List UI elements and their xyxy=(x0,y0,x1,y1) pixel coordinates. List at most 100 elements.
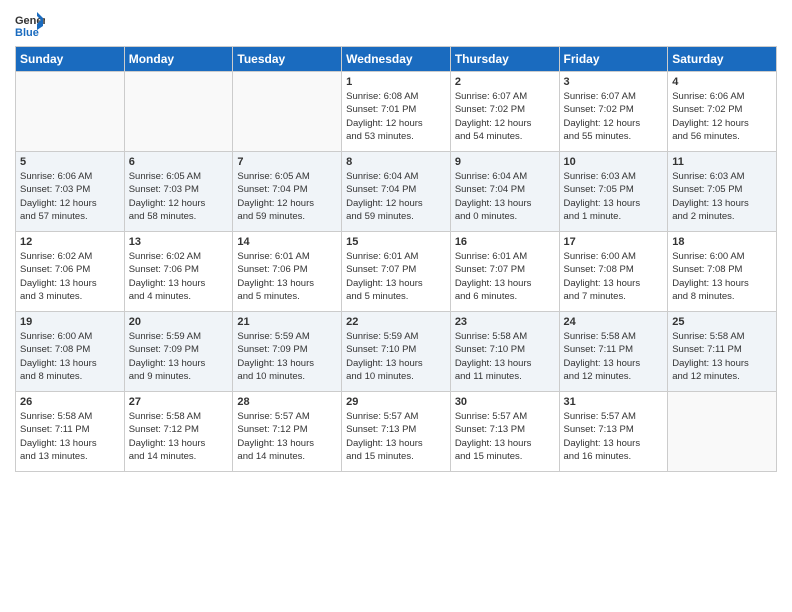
day-info: Sunrise: 6:01 AM Sunset: 7:07 PM Dayligh… xyxy=(346,250,446,303)
days-header-row: SundayMondayTuesdayWednesdayThursdayFrid… xyxy=(16,47,777,72)
day-info: Sunrise: 5:59 AM Sunset: 7:09 PM Dayligh… xyxy=(237,330,337,383)
day-info: Sunrise: 6:07 AM Sunset: 7:02 PM Dayligh… xyxy=(564,90,664,143)
calendar-cell xyxy=(16,72,125,152)
day-info: Sunrise: 6:02 AM Sunset: 7:06 PM Dayligh… xyxy=(129,250,229,303)
day-number: 1 xyxy=(346,76,446,88)
day-number: 15 xyxy=(346,236,446,248)
calendar-cell: 30 Sunrise: 5:57 AM Sunset: 7:13 PM Dayli… xyxy=(450,392,559,472)
day-info: Sunrise: 5:58 AM Sunset: 7:10 PM Dayligh… xyxy=(455,330,555,383)
calendar-cell: 27Sunrise: 5:58 AM Sunset: 7:12 PM Dayli… xyxy=(124,392,233,472)
calendar-body: 1 Sunrise: 6:08 AM Sunset: 7:01 PM Daylig… xyxy=(16,72,777,472)
calendar-cell: 25Sunrise: 5:58 AM Sunset: 7:11 PM Dayli… xyxy=(668,312,777,392)
day-info: Sunrise: 6:03 AM Sunset: 7:05 PM Dayligh… xyxy=(672,170,772,223)
calendar-cell: 21 Sunrise: 5:59 AM Sunset: 7:09 PM Dayli… xyxy=(233,312,342,392)
day-info: Sunrise: 6:04 AM Sunset: 7:04 PM Dayligh… xyxy=(455,170,555,223)
day-number: 3 xyxy=(564,76,664,88)
calendar-cell: 19 Sunrise: 6:00 AM Sunset: 7:08 PM Dayli… xyxy=(16,312,125,392)
day-number: 14 xyxy=(237,236,337,248)
calendar-week-row: 12 Sunrise: 6:02 AM Sunset: 7:06 PM Dayli… xyxy=(16,232,777,312)
day-info: Sunrise: 6:05 AM Sunset: 7:04 PM Dayligh… xyxy=(237,170,337,223)
day-number: 26 xyxy=(20,396,120,408)
calendar-cell: 14 Sunrise: 6:01 AM Sunset: 7:06 PM Dayli… xyxy=(233,232,342,312)
calendar-week-row: 5 Sunrise: 6:06 AM Sunset: 7:03 PM Daylig… xyxy=(16,152,777,232)
day-number: 12 xyxy=(20,236,120,248)
calendar-cell: 22 Sunrise: 5:59 AM Sunset: 7:10 PM Dayli… xyxy=(342,312,451,392)
logo: General Blue xyxy=(15,10,49,38)
calendar-cell: 16 Sunrise: 6:01 AM Sunset: 7:07 PM Dayli… xyxy=(450,232,559,312)
day-number: 2 xyxy=(455,76,555,88)
day-header-friday: Friday xyxy=(559,47,668,72)
day-info: Sunrise: 6:07 AM Sunset: 7:02 PM Dayligh… xyxy=(455,90,555,143)
calendar-cell: 26 Sunrise: 5:58 AM Sunset: 7:11 PM Dayli… xyxy=(16,392,125,472)
day-number: 18 xyxy=(672,236,772,248)
calendar-cell: 5 Sunrise: 6:06 AM Sunset: 7:03 PM Daylig… xyxy=(16,152,125,232)
day-info: Sunrise: 5:59 AM Sunset: 7:09 PM Dayligh… xyxy=(129,330,229,383)
calendar-cell: 28Sunrise: 5:57 AM Sunset: 7:12 PM Dayli… xyxy=(233,392,342,472)
day-info: Sunrise: 5:58 AM Sunset: 7:12 PM Dayligh… xyxy=(129,410,229,463)
day-number: 22 xyxy=(346,316,446,328)
day-info: Sunrise: 5:59 AM Sunset: 7:10 PM Dayligh… xyxy=(346,330,446,383)
day-number: 4 xyxy=(672,76,772,88)
calendar-cell: 12 Sunrise: 6:02 AM Sunset: 7:06 PM Dayli… xyxy=(16,232,125,312)
calendar-cell: 7Sunrise: 6:05 AM Sunset: 7:04 PM Daylig… xyxy=(233,152,342,232)
calendar-cell: 17Sunrise: 6:00 AM Sunset: 7:08 PM Dayli… xyxy=(559,232,668,312)
day-number: 29 xyxy=(346,396,446,408)
day-info: Sunrise: 6:00 AM Sunset: 7:08 PM Dayligh… xyxy=(564,250,664,303)
calendar-table: SundayMondayTuesdayWednesdayThursdayFrid… xyxy=(15,46,777,472)
day-info: Sunrise: 5:58 AM Sunset: 7:11 PM Dayligh… xyxy=(20,410,120,463)
logo-icon: General Blue xyxy=(15,10,45,38)
day-info: Sunrise: 6:01 AM Sunset: 7:06 PM Dayligh… xyxy=(237,250,337,303)
day-info: Sunrise: 6:00 AM Sunset: 7:08 PM Dayligh… xyxy=(20,330,120,383)
day-number: 28 xyxy=(237,396,337,408)
day-info: Sunrise: 6:06 AM Sunset: 7:02 PM Dayligh… xyxy=(672,90,772,143)
day-info: Sunrise: 5:57 AM Sunset: 7:13 PM Dayligh… xyxy=(455,410,555,463)
day-number: 16 xyxy=(455,236,555,248)
calendar-week-row: 1 Sunrise: 6:08 AM Sunset: 7:01 PM Daylig… xyxy=(16,72,777,152)
day-info: Sunrise: 6:08 AM Sunset: 7:01 PM Dayligh… xyxy=(346,90,446,143)
day-info: Sunrise: 6:03 AM Sunset: 7:05 PM Dayligh… xyxy=(564,170,664,223)
svg-text:Blue: Blue xyxy=(15,27,39,38)
day-info: Sunrise: 6:06 AM Sunset: 7:03 PM Dayligh… xyxy=(20,170,120,223)
calendar-cell: 23Sunrise: 5:58 AM Sunset: 7:10 PM Dayli… xyxy=(450,312,559,392)
day-number: 11 xyxy=(672,156,772,168)
day-info: Sunrise: 5:58 AM Sunset: 7:11 PM Dayligh… xyxy=(672,330,772,383)
calendar-cell: 3 Sunrise: 6:07 AM Sunset: 7:02 PM Daylig… xyxy=(559,72,668,152)
calendar-week-row: 26 Sunrise: 5:58 AM Sunset: 7:11 PM Dayli… xyxy=(16,392,777,472)
day-number: 8 xyxy=(346,156,446,168)
day-number: 30 xyxy=(455,396,555,408)
day-header-sunday: Sunday xyxy=(16,47,125,72)
day-number: 6 xyxy=(129,156,229,168)
day-number: 21 xyxy=(237,316,337,328)
day-number: 5 xyxy=(20,156,120,168)
day-info: Sunrise: 6:01 AM Sunset: 7:07 PM Dayligh… xyxy=(455,250,555,303)
calendar-cell: 8Sunrise: 6:04 AM Sunset: 7:04 PM Daylig… xyxy=(342,152,451,232)
calendar-cell: 13Sunrise: 6:02 AM Sunset: 7:06 PM Dayli… xyxy=(124,232,233,312)
calendar-cell: 11 Sunrise: 6:03 AM Sunset: 7:05 PM Dayli… xyxy=(668,152,777,232)
calendar-cell xyxy=(668,392,777,472)
day-info: Sunrise: 5:58 AM Sunset: 7:11 PM Dayligh… xyxy=(564,330,664,383)
day-number: 9 xyxy=(455,156,555,168)
calendar-cell: 15 Sunrise: 6:01 AM Sunset: 7:07 PM Dayli… xyxy=(342,232,451,312)
calendar-week-row: 19 Sunrise: 6:00 AM Sunset: 7:08 PM Dayli… xyxy=(16,312,777,392)
day-header-saturday: Saturday xyxy=(668,47,777,72)
header: General Blue xyxy=(15,10,777,38)
day-info: Sunrise: 6:05 AM Sunset: 7:03 PM Dayligh… xyxy=(129,170,229,223)
day-number: 19 xyxy=(20,316,120,328)
calendar-cell: 1 Sunrise: 6:08 AM Sunset: 7:01 PM Daylig… xyxy=(342,72,451,152)
calendar-cell: 31Sunrise: 5:57 AM Sunset: 7:13 PM Dayli… xyxy=(559,392,668,472)
day-header-tuesday: Tuesday xyxy=(233,47,342,72)
calendar-cell: 10 Sunrise: 6:03 AM Sunset: 7:05 PM Dayli… xyxy=(559,152,668,232)
calendar-cell: 9 Sunrise: 6:04 AM Sunset: 7:04 PM Daylig… xyxy=(450,152,559,232)
calendar-cell: 2 Sunrise: 6:07 AM Sunset: 7:02 PM Daylig… xyxy=(450,72,559,152)
calendar-cell xyxy=(233,72,342,152)
day-header-monday: Monday xyxy=(124,47,233,72)
day-info: Sunrise: 6:00 AM Sunset: 7:08 PM Dayligh… xyxy=(672,250,772,303)
calendar-cell: 24Sunrise: 5:58 AM Sunset: 7:11 PM Dayli… xyxy=(559,312,668,392)
day-info: Sunrise: 6:02 AM Sunset: 7:06 PM Dayligh… xyxy=(20,250,120,303)
day-info: Sunrise: 5:57 AM Sunset: 7:13 PM Dayligh… xyxy=(346,410,446,463)
calendar-cell: 20Sunrise: 5:59 AM Sunset: 7:09 PM Dayli… xyxy=(124,312,233,392)
calendar-cell: 6 Sunrise: 6:05 AM Sunset: 7:03 PM Daylig… xyxy=(124,152,233,232)
day-number: 10 xyxy=(564,156,664,168)
day-header-thursday: Thursday xyxy=(450,47,559,72)
calendar-cell: 18 Sunrise: 6:00 AM Sunset: 7:08 PM Dayli… xyxy=(668,232,777,312)
